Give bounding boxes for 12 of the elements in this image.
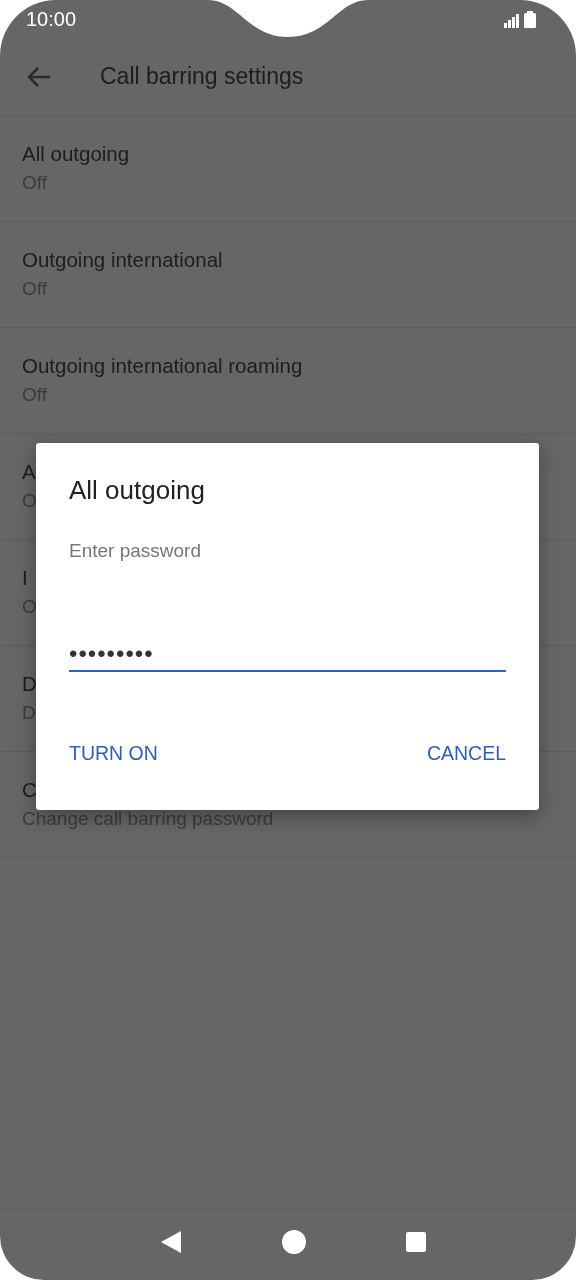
field-label: Enter password <box>69 540 202 562</box>
screen-title: Call barring settings <box>100 63 304 90</box>
dialog-title: All outgoing <box>69 475 206 506</box>
home-icon[interactable] <box>282 1230 306 1254</box>
back-icon[interactable] <box>160 1230 182 1254</box>
cancel-button[interactable]: CANCEL <box>426 738 506 769</box>
signal-icon <box>504 13 520 28</box>
battery-icon <box>524 10 536 28</box>
password-field[interactable]: ••••••••• <box>69 640 506 672</box>
confirm-button[interactable]: TURN ON <box>69 738 158 769</box>
status-time: 10:00 <box>26 7 77 31</box>
back-arrow-icon[interactable] <box>26 65 52 88</box>
